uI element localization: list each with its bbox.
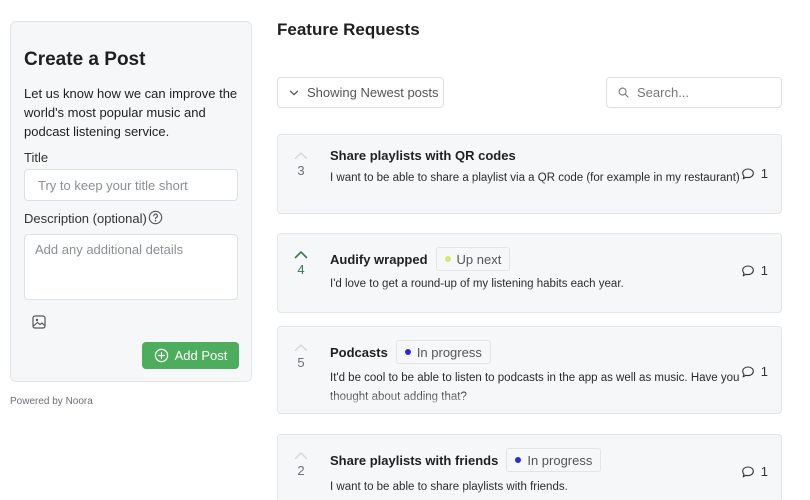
vote-count: 2 [297, 463, 305, 478]
post-card[interactable]: 4 Audify wrapped Up next I'd love to get… [277, 233, 782, 313]
vote-control[interactable]: 5 [292, 343, 310, 370]
post-card[interactable]: 5 Podcasts In progress It'd be cool to b… [277, 326, 782, 414]
comment-count-value: 1 [760, 364, 768, 379]
vote-control[interactable]: 4 [292, 250, 310, 277]
post-description: I'd love to get a round-up of my listeni… [330, 278, 624, 290]
post-description: It'd be cool to be able to listen to pod… [330, 372, 740, 403]
comment-icon [741, 264, 754, 276]
description-input[interactable] [24, 234, 238, 300]
post-description: I want to be able to share playlists wit… [330, 481, 568, 493]
title-input[interactable] [24, 169, 238, 201]
status-dot [404, 349, 411, 355]
post-card[interactable]: 2 Share playlists with friends In progre… [277, 434, 782, 500]
post-title: Audify wrapped [330, 251, 428, 267]
status-label: In progress [527, 452, 593, 468]
description-label: Description (optional) [24, 211, 147, 226]
comment-icon [741, 167, 754, 179]
comment-count-value: 1 [760, 166, 768, 181]
powered-by: Powered by Noora [10, 396, 93, 407]
comment-count[interactable]: 1 [741, 166, 768, 181]
status-dot [515, 457, 522, 463]
vote-count: 4 [297, 262, 305, 277]
vote-count: 5 [297, 355, 305, 370]
status-label: In progress [416, 344, 482, 360]
sort-label: Showing Newest posts [307, 85, 439, 100]
post-title: Share playlists with friends [330, 452, 499, 468]
title-label: Title [24, 150, 49, 165]
vote-count: 3 [297, 163, 305, 178]
status-badge: Up next [435, 247, 511, 271]
sort-dropdown[interactable]: Showing Newest posts [277, 77, 444, 108]
status-badge: In progress [506, 448, 602, 472]
comment-count[interactable]: 1 [741, 263, 768, 278]
help-icon[interactable] [148, 210, 163, 225]
plus-circle-icon [154, 348, 168, 363]
comment-count[interactable]: 1 [741, 464, 768, 479]
create-post-panel: Create a Post Let us know how we can imp… [10, 21, 252, 382]
page-title: Feature Requests [277, 20, 420, 39]
post-description: I want to be able to share a playlist vi… [330, 172, 740, 184]
post-title: Share playlists with QR codes [330, 148, 516, 163]
search-input[interactable] [637, 85, 777, 100]
create-post-description: Let us know how we can improve the world… [24, 86, 238, 139]
comment-count-value: 1 [760, 464, 768, 479]
upvote-icon[interactable] [294, 451, 308, 460]
status-dot [444, 256, 451, 262]
search-box[interactable] [606, 77, 782, 108]
vote-control[interactable]: 3 [292, 151, 310, 178]
upvote-icon[interactable] [294, 343, 308, 352]
search-icon [618, 87, 629, 98]
add-post-button[interactable]: Add Post [142, 342, 239, 369]
post-card[interactable]: 3 Share playlists with QR codes I want t… [277, 134, 782, 214]
comment-count[interactable]: 1 [741, 364, 768, 379]
comment-icon [741, 365, 754, 377]
comment-icon [741, 465, 754, 477]
add-post-label: Add Post [174, 348, 228, 363]
chevron-down-icon [289, 90, 299, 95]
status-label: Up next [456, 251, 502, 267]
status-badge: In progress [395, 340, 491, 364]
upvote-icon[interactable] [294, 250, 308, 259]
vote-control[interactable]: 2 [292, 451, 310, 478]
upvote-icon[interactable] [294, 151, 308, 160]
post-title: Podcasts [330, 344, 388, 360]
create-post-title: Create a Post [24, 49, 146, 70]
comment-count-value: 1 [760, 263, 768, 278]
image-upload-icon[interactable] [32, 315, 46, 329]
